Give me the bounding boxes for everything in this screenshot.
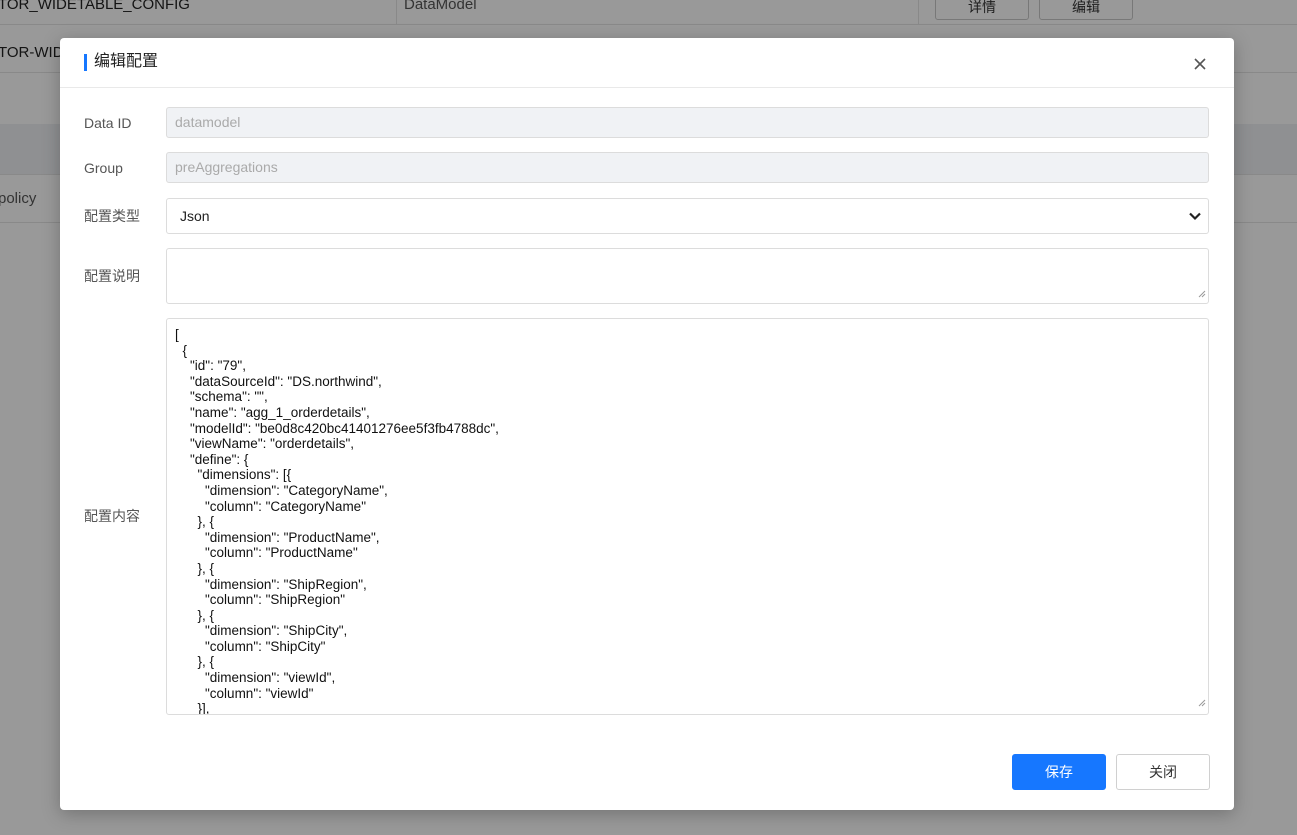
dialog-header: 编辑配置 [60, 38, 1234, 88]
group-label: Group [84, 160, 123, 176]
config-desc-label: 配置说明 [84, 268, 140, 284]
config-type-label: 配置类型 [84, 208, 140, 224]
save-button[interactable]: 保存 [1012, 754, 1106, 790]
data-id-field: datamodel [166, 107, 1209, 138]
config-content-label: 配置内容 [84, 508, 140, 524]
close-icon[interactable] [1188, 52, 1212, 76]
close-button[interactable]: 关闭 [1116, 754, 1210, 790]
config-type-value: Json [180, 208, 210, 224]
edit-config-dialog: 编辑配置 Data ID datamodel Group preAggregat… [60, 38, 1234, 810]
config-desc-textarea[interactable] [166, 248, 1209, 304]
chevron-down-icon [1188, 209, 1202, 226]
title-accent-bar [84, 54, 87, 71]
config-type-select[interactable]: Json [166, 198, 1209, 234]
config-content-text: [ { "id": "79", "dataSourceId": "DS.nort… [175, 327, 499, 715]
resize-grip-icon[interactable] [1198, 694, 1206, 712]
config-content-textarea[interactable]: [ { "id": "79", "dataSourceId": "DS.nort… [166, 318, 1209, 715]
resize-grip-icon[interactable] [1198, 285, 1206, 301]
dialog-title: 编辑配置 [94, 53, 159, 70]
group-field: preAggregations [166, 152, 1209, 183]
data-id-label: Data ID [84, 115, 132, 131]
